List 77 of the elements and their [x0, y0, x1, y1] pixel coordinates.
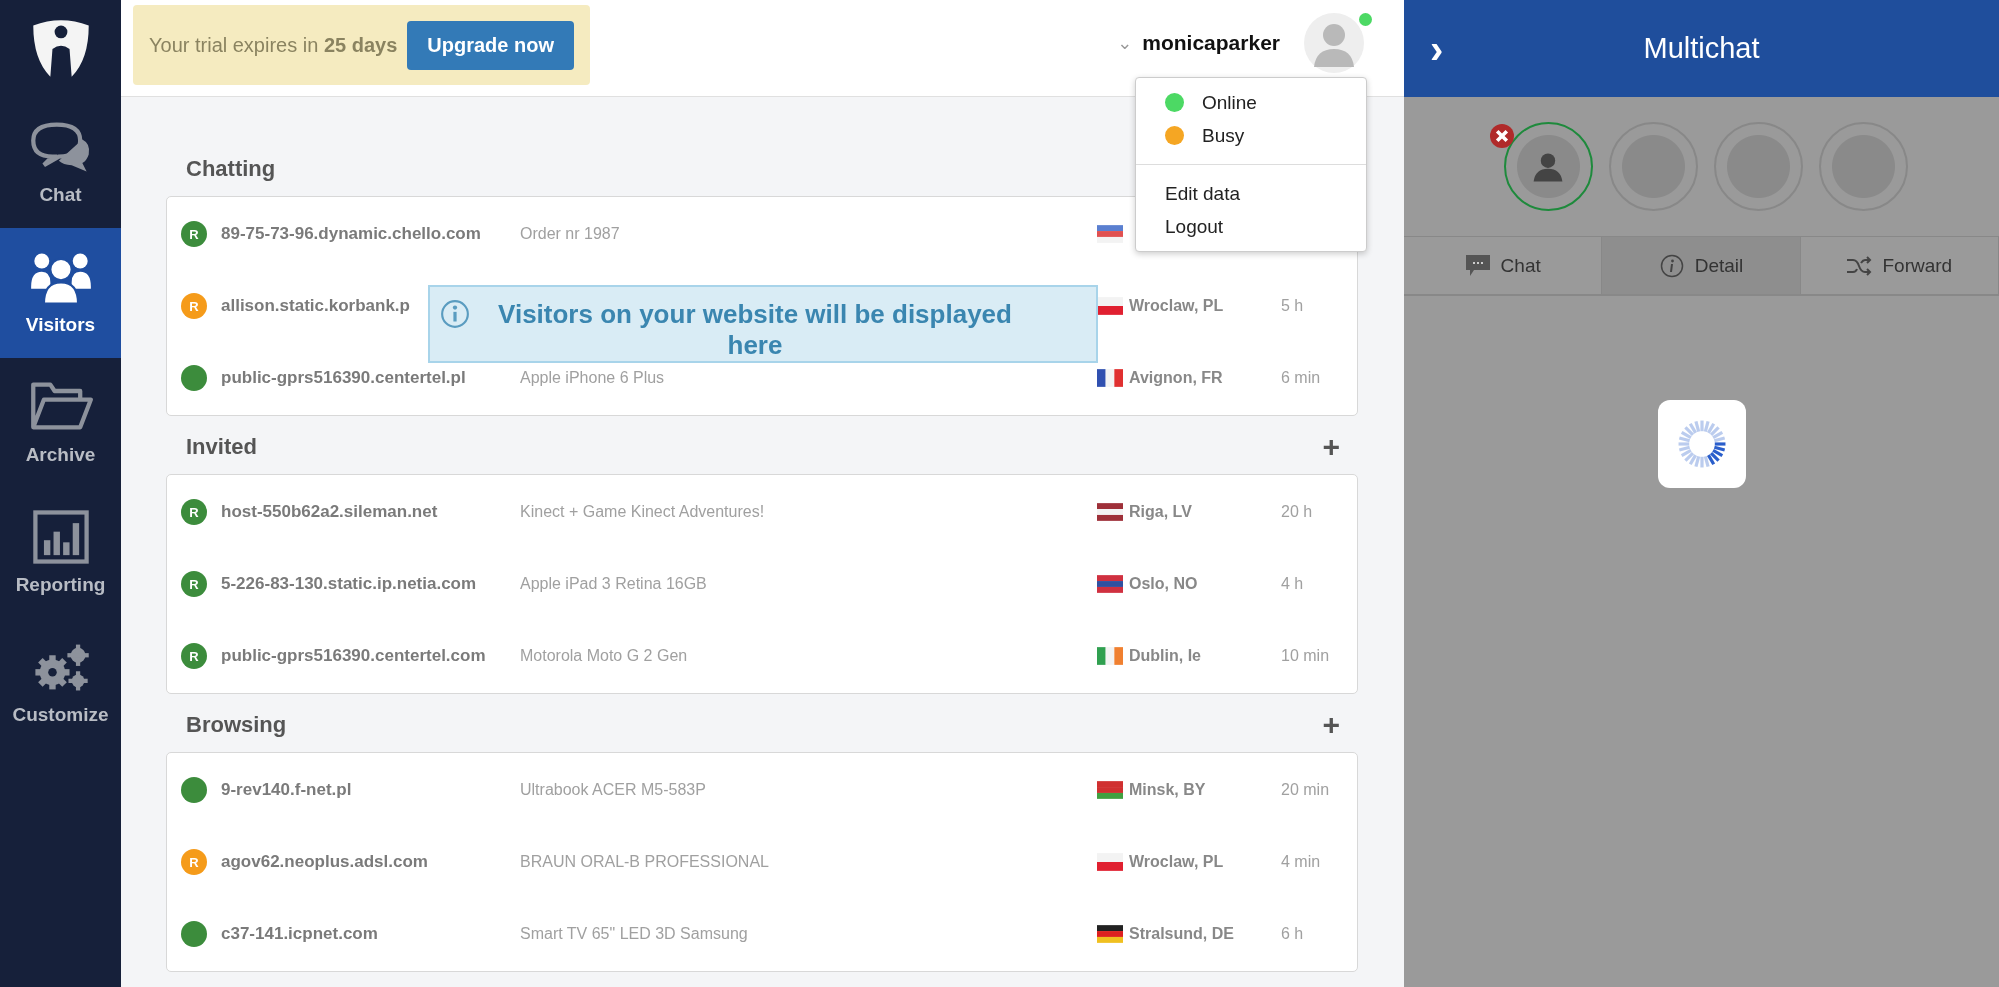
add-button[interactable]: + — [1322, 710, 1340, 740]
visitor-device: Smart TV 65" LED 3D Samsung — [520, 925, 748, 942]
visitor-device: Apple iPhone 6 Plus — [520, 369, 665, 386]
panel-tab[interactable]: Forward — [1800, 237, 1999, 294]
visit-duration: 5 h — [1281, 297, 1304, 314]
visitor-host[interactable]: c37-141.icpnet.com — [221, 924, 378, 944]
add-button[interactable]: + — [1322, 432, 1340, 462]
speech-bubble-icon — [1464, 253, 1491, 278]
close-icon[interactable] — [1489, 124, 1514, 148]
visitor-device: Ultrabook ACER M5-583P — [520, 781, 706, 798]
panel-tab[interactable]: Detail — [1602, 237, 1801, 294]
info-icon — [440, 299, 470, 329]
visit-duration: 10 min — [1281, 647, 1330, 664]
username[interactable]: monicaparker — [1142, 31, 1280, 55]
visit-duration: 4 h — [1281, 575, 1304, 592]
flag-icon — [1097, 225, 1123, 243]
visitor-location: Oslo, NO — [1129, 575, 1198, 592]
sidebar-item[interactable]: Chat — [0, 98, 121, 228]
flag-icon — [1097, 647, 1123, 665]
upgrade-button[interactable]: Upgrade now — [407, 20, 574, 70]
panel-title: Multichat — [1643, 32, 1760, 65]
flag-icon — [1097, 503, 1123, 521]
status-badge: R — [181, 849, 207, 875]
sidebar-item[interactable]: Reporting — [0, 488, 121, 618]
shuffle-icon — [1846, 253, 1873, 278]
status-badge: R — [181, 643, 207, 669]
visit-duration: 6 min — [1281, 369, 1321, 386]
visitor-device: BRAUN ORAL-B PROFESSIONAL — [520, 853, 769, 870]
visitor-location: Avignon, FR — [1129, 369, 1223, 386]
visitor-host[interactable]: 5-226-83-130.static.ip.netia.com — [221, 574, 477, 594]
visitor-device: Kinect + Game Kinect Adventures! — [520, 503, 765, 520]
status-badge: R — [181, 571, 207, 597]
visitor-host[interactable]: host-550b62a2.sileman.net — [221, 502, 438, 522]
visitor-device: Order nr 1987 — [520, 225, 620, 242]
trial-message: Your trial expires in 25 days — [149, 33, 398, 57]
visitor-location: Wroclaw, PL — [1129, 853, 1224, 870]
visit-duration: 20 min — [1281, 781, 1330, 798]
status-badge: R — [181, 499, 207, 525]
visitor-host[interactable]: agov62.neoplus.adsl.com — [221, 852, 428, 872]
visitor-location: Dublin, Ie — [1129, 647, 1201, 664]
visit-duration: 4 min — [1281, 853, 1321, 870]
visitor-host[interactable]: 89-75-73-96.dynamic.chello.com — [221, 224, 481, 244]
visit-duration: 6 h — [1281, 925, 1304, 942]
flag-icon — [1097, 853, 1123, 871]
info-icon — [1658, 253, 1685, 278]
section-title: Browsing — [186, 712, 287, 738]
visitor-location: Riga, LV — [1129, 503, 1192, 520]
visitor-device: Motorola Moto G 2 Gen — [520, 647, 688, 664]
flag-icon — [1097, 925, 1123, 943]
collapse-button[interactable]: › — [1426, 28, 1448, 69]
flag-icon — [1097, 575, 1123, 593]
menu-item[interactable]: Logout — [1136, 210, 1366, 243]
visitor-location: Wroclaw, PL — [1129, 297, 1224, 314]
visitor-host[interactable]: 9-rev140.f-net.pl — [221, 780, 352, 800]
visitor-device: Apple iPad 3 Retina 16GB — [520, 575, 707, 592]
flag-icon — [1097, 297, 1123, 315]
status-option[interactable]: Online — [1136, 86, 1366, 119]
menu-item[interactable]: Edit data — [1136, 177, 1366, 210]
sidebar-item[interactable]: Visitors — [0, 228, 121, 358]
sidebar-item[interactable]: Archive — [0, 358, 121, 488]
caret-icon[interactable]: ⌄ — [1117, 32, 1133, 54]
notice-text: Visitors on your website will be displayed here — [497, 299, 1013, 361]
visitor-location: Stralsund, DE — [1129, 925, 1234, 942]
visitor-location: Minsk, BY — [1129, 781, 1206, 798]
avatar[interactable] — [1304, 13, 1364, 73]
sidebar-item[interactable]: Customize — [0, 618, 121, 748]
visitor-host[interactable]: allison.static.korbank.p — [221, 296, 410, 316]
visitor-host[interactable]: public-gprs516390.centertel.pl — [221, 368, 466, 388]
flag-icon — [1097, 781, 1123, 799]
visit-duration: 20 h — [1281, 503, 1313, 520]
status-badge: R — [181, 293, 207, 319]
visitor-host[interactable]: public-gprs516390.centertel.com — [221, 646, 486, 666]
section-title: Invited — [186, 434, 257, 460]
status-option[interactable]: Busy — [1136, 119, 1366, 152]
status-badge: R — [181, 221, 207, 247]
section-title: Chatting — [186, 156, 276, 182]
flag-icon — [1097, 369, 1123, 387]
